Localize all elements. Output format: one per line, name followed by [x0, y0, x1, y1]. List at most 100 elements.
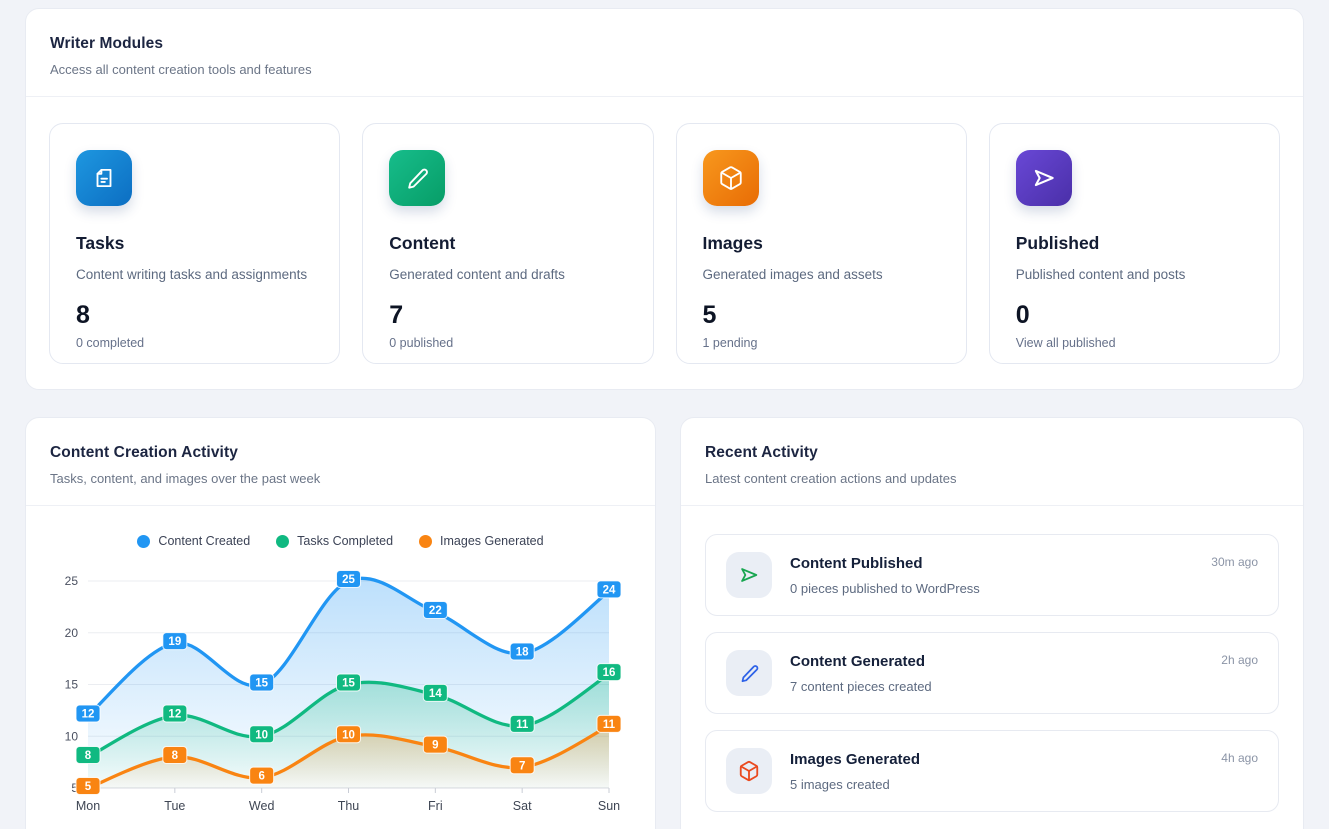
- dashboard: Writer Modules Access all content creati…: [0, 0, 1329, 829]
- svg-text:8: 8: [85, 750, 92, 762]
- module-stat: 0 completed: [76, 336, 313, 350]
- module-description: Generated images and assets: [703, 267, 940, 282]
- legend-label: Images Generated: [440, 534, 544, 548]
- svg-text:25: 25: [342, 574, 355, 586]
- writer-modules-header: Writer Modules Access all content creati…: [26, 9, 1303, 97]
- svg-text:10: 10: [255, 729, 268, 741]
- svg-text:16: 16: [603, 667, 616, 679]
- module-description: Content writing tasks and assignments: [76, 267, 313, 282]
- activity-title: Content Generated: [790, 653, 932, 670]
- svg-text:Sun: Sun: [598, 799, 620, 813]
- activity-item-content-published: Content Published 0 pieces published to …: [705, 534, 1279, 616]
- chart-header: Content Creation Activity Tasks, content…: [26, 418, 655, 506]
- content-creation-activity-panel: Content Creation Activity Tasks, content…: [25, 417, 656, 829]
- line-chart: 5 10 15 20 25 Mon Tue Wed Thu Fri Sat Sun 12 19 15 25 22…: [26, 554, 655, 829]
- pencil-icon: [726, 650, 772, 696]
- activity-text: Content Published 0 pieces published to …: [790, 555, 980, 596]
- chart-legend: Content Created Tasks Completed Images G…: [26, 534, 655, 548]
- svg-text:5: 5: [85, 781, 92, 793]
- module-stat: 0 published: [389, 336, 626, 350]
- svg-text:7: 7: [519, 760, 525, 772]
- module-card-images[interactable]: Images Generated images and assets 5 1 p…: [676, 123, 967, 364]
- legend-dot: [276, 535, 289, 548]
- legend-item-content-created[interactable]: Content Created: [137, 534, 250, 548]
- svg-text:10: 10: [342, 729, 355, 741]
- activity-title: Content Published: [790, 555, 980, 572]
- cube-icon: [703, 150, 759, 206]
- legend-item-images-generated[interactable]: Images Generated: [419, 534, 544, 548]
- module-card-tasks[interactable]: Tasks Content writing tasks and assignme…: [49, 123, 340, 364]
- module-label: Tasks: [76, 233, 313, 254]
- svg-text:8: 8: [172, 750, 179, 762]
- svg-text:18: 18: [516, 646, 529, 658]
- module-label: Images: [703, 233, 940, 254]
- svg-text:20: 20: [65, 626, 79, 640]
- module-cards-row: Tasks Content writing tasks and assignme…: [26, 97, 1303, 390]
- module-count: 8: [76, 301, 313, 330]
- legend-item-tasks-completed[interactable]: Tasks Completed: [276, 534, 393, 548]
- activity-description: 7 content pieces created: [790, 679, 932, 694]
- chart-title: Content Creation Activity: [50, 444, 631, 462]
- svg-text:9: 9: [432, 740, 438, 752]
- activity-item-images-generated: Images Generated 5 images created 4h ago: [705, 730, 1279, 812]
- activity-text: Images Generated 5 images created: [790, 751, 920, 792]
- activity-timestamp: 30m ago: [1211, 555, 1258, 569]
- svg-text:12: 12: [168, 709, 181, 721]
- module-count: 0: [1016, 301, 1253, 330]
- svg-text:Mon: Mon: [76, 799, 100, 813]
- svg-text:15: 15: [255, 678, 268, 690]
- svg-text:Wed: Wed: [249, 799, 275, 813]
- activity-list: Content Published 0 pieces published to …: [681, 506, 1303, 829]
- activity-line-chart-svg: 5 10 15 20 25 Mon Tue Wed Thu Fri Sat Sun 12 19 15 25 22…: [38, 554, 645, 826]
- recent-activity-subtitle: Latest content creation actions and upda…: [705, 471, 1279, 486]
- pencil-icon: [389, 150, 445, 206]
- activity-timestamp: 2h ago: [1221, 653, 1258, 667]
- activity-timestamp: 4h ago: [1221, 751, 1258, 765]
- svg-text:19: 19: [168, 636, 181, 648]
- cube-icon: [726, 748, 772, 794]
- svg-text:25: 25: [65, 574, 79, 588]
- svg-text:Tue: Tue: [164, 799, 185, 813]
- module-label: Content: [389, 233, 626, 254]
- svg-text:11: 11: [516, 719, 529, 731]
- page-title: Writer Modules: [50, 35, 1279, 53]
- chart-subtitle: Tasks, content, and images over the past…: [50, 471, 631, 486]
- activity-description: 0 pieces published to WordPress: [790, 581, 980, 596]
- module-count: 5: [703, 301, 940, 330]
- svg-text:12: 12: [82, 709, 95, 721]
- page-subtitle: Access all content creation tools and fe…: [50, 62, 1279, 77]
- svg-text:11: 11: [603, 719, 616, 731]
- module-description: Published content and posts: [1016, 267, 1253, 282]
- bottom-row: Content Creation Activity Tasks, content…: [25, 417, 1304, 829]
- svg-text:10: 10: [65, 729, 79, 743]
- send-icon: [1016, 150, 1072, 206]
- svg-text:6: 6: [258, 771, 264, 783]
- svg-text:24: 24: [603, 584, 616, 596]
- legend-dot: [419, 535, 432, 548]
- legend-label: Tasks Completed: [297, 534, 393, 548]
- svg-text:Fri: Fri: [428, 799, 443, 813]
- module-count: 7: [389, 301, 626, 330]
- file-icon: [76, 150, 132, 206]
- svg-text:Sat: Sat: [513, 799, 532, 813]
- module-label: Published: [1016, 233, 1253, 254]
- module-description: Generated content and drafts: [389, 267, 626, 282]
- svg-text:15: 15: [65, 678, 79, 692]
- legend-dot: [137, 535, 150, 548]
- svg-text:22: 22: [429, 605, 442, 617]
- recent-activity-header: Recent Activity Latest content creation …: [681, 418, 1303, 506]
- activity-item-content-generated: Content Generated 7 content pieces creat…: [705, 632, 1279, 714]
- activity-title: Images Generated: [790, 751, 920, 768]
- recent-activity-title: Recent Activity: [705, 444, 1279, 462]
- svg-text:Thu: Thu: [338, 799, 360, 813]
- module-card-published[interactable]: Published Published content and posts 0 …: [989, 123, 1280, 364]
- writer-modules-panel: Writer Modules Access all content creati…: [25, 8, 1304, 390]
- module-stat: 1 pending: [703, 336, 940, 350]
- module-stat: View all published: [1016, 336, 1253, 350]
- activity-text: Content Generated 7 content pieces creat…: [790, 653, 932, 694]
- activity-description: 5 images created: [790, 777, 920, 792]
- module-card-content[interactable]: Content Generated content and drafts 7 0…: [362, 123, 653, 364]
- svg-text:14: 14: [429, 688, 442, 700]
- svg-text:15: 15: [342, 678, 355, 690]
- recent-activity-panel: Recent Activity Latest content creation …: [680, 417, 1304, 829]
